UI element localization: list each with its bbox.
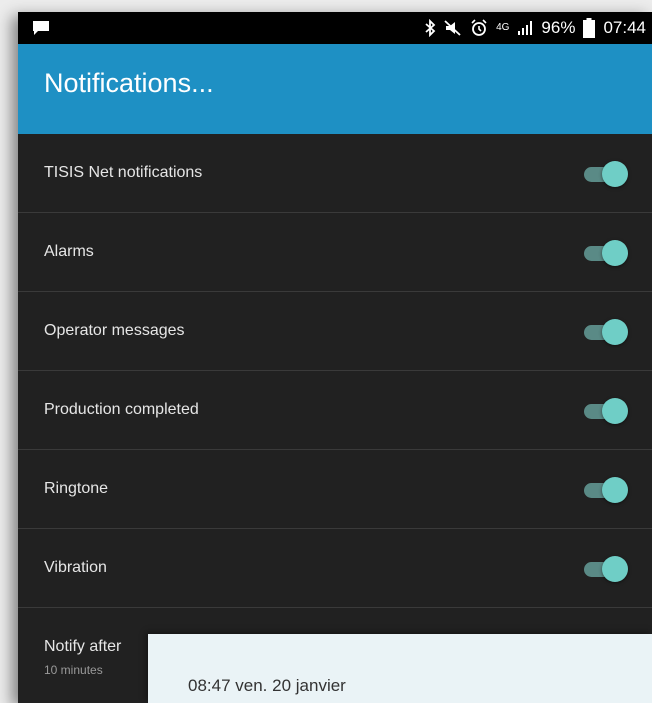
battery-percent: 96% — [541, 18, 576, 37]
setting-label: TISIS Net notifications — [44, 164, 203, 181]
notification-card[interactable]: 08:47 ven. 20 janvier — [148, 634, 652, 703]
setting-label: Alarms — [44, 243, 94, 260]
page-title: Notifications... — [44, 68, 214, 98]
alarm-icon — [471, 19, 487, 36]
production-completed-toggle[interactable] — [580, 398, 630, 424]
setting-row-operator-messages[interactable]: Operator messages — [18, 292, 652, 371]
notify-after-value: 10 minutes — [44, 663, 103, 677]
setting-row-ringtone[interactable]: Ringtone — [18, 450, 652, 529]
settings-list: TISIS Net notifications Alarms Operator … — [18, 134, 652, 608]
status-icons: 4G 96% 07:44 — [424, 12, 646, 44]
setting-label: Ringtone — [44, 480, 109, 497]
phone-screen: 4G 96% 07:44 Notifications... TISIS Net … — [18, 12, 652, 703]
network-4g-icon: 4G — [496, 22, 510, 33]
vibration-toggle[interactable] — [580, 556, 630, 582]
message-icon — [33, 21, 49, 35]
toggle-thumb — [602, 240, 628, 266]
toggle-thumb — [602, 556, 628, 582]
operator-messages-toggle[interactable] — [580, 319, 630, 345]
toggle-thumb — [602, 398, 628, 424]
setting-row-vibration[interactable]: Vibration — [18, 529, 652, 608]
setting-label: Production completed — [44, 401, 199, 418]
setting-label: Operator messages — [44, 322, 185, 339]
setting-row-production-completed[interactable]: Production completed — [18, 371, 652, 450]
status-time: 07:44 — [603, 18, 646, 37]
bluetooth-icon — [425, 19, 436, 37]
setting-row-alarms[interactable]: Alarms — [18, 213, 652, 292]
mute-icon — [444, 20, 461, 36]
toggle-thumb — [602, 319, 628, 345]
notification-datetime: 08:47 ven. 20 janvier — [188, 676, 346, 695]
app-bar: Notifications... — [18, 44, 652, 134]
setting-label: Vibration — [44, 559, 107, 576]
setting-row-tisis-net-notifications[interactable]: TISIS Net notifications — [18, 134, 652, 213]
toggle-thumb — [602, 477, 628, 503]
signal-icon — [518, 21, 533, 35]
tisis-net-notifications-toggle[interactable] — [580, 161, 630, 187]
ringtone-toggle[interactable] — [580, 477, 630, 503]
battery-icon — [583, 18, 596, 38]
status-bar: 4G 96% 07:44 — [18, 12, 652, 44]
notify-after-title: Notify after — [44, 638, 122, 655]
toggle-thumb — [602, 161, 628, 187]
alarms-toggle[interactable] — [580, 240, 630, 266]
